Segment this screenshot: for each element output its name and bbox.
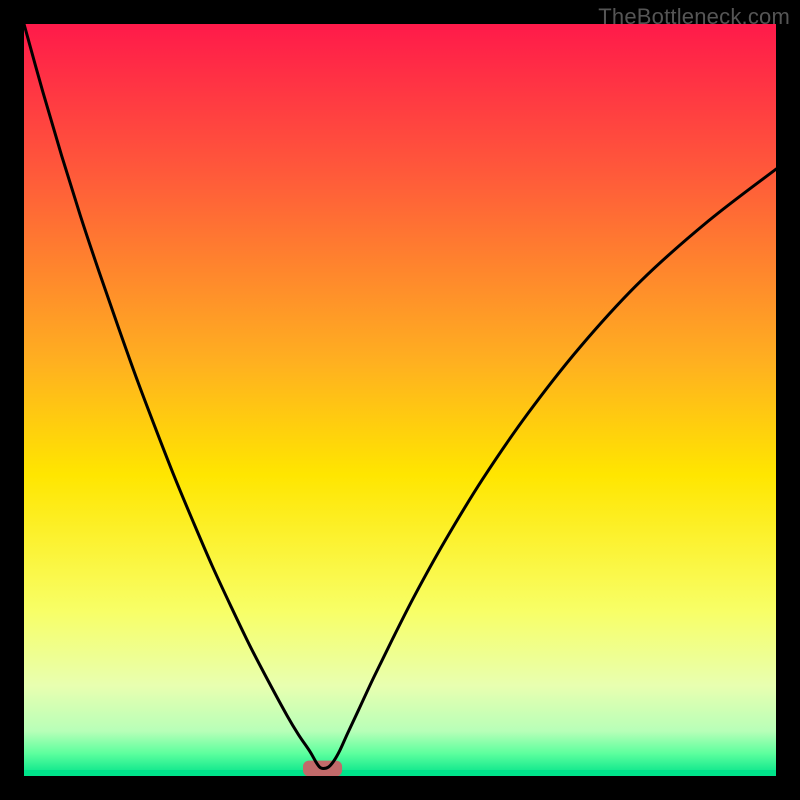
plot-area [24, 24, 776, 776]
watermark-text: TheBottleneck.com [598, 4, 790, 30]
chart-frame: TheBottleneck.com [0, 0, 800, 800]
chart-svg [24, 24, 776, 776]
gradient-background [24, 24, 776, 776]
green-baseline [24, 770, 776, 776]
